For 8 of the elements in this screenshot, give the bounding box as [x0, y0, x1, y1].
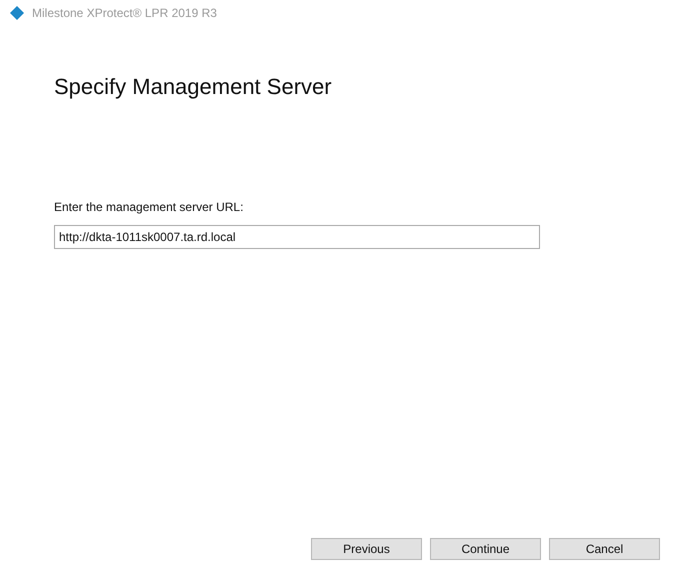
diamond-icon — [10, 6, 24, 20]
cancel-button[interactable]: Cancel — [549, 538, 660, 560]
previous-button[interactable]: Previous — [311, 538, 422, 560]
input-field[interactable]: http://dkta-1011sk0007.ta.rd.local — [54, 225, 540, 249]
window-title: Milestone XProtect® LPR 2019 R3 — [32, 6, 217, 20]
page-heading: Specify Management Server — [54, 74, 332, 100]
continue-button[interactable]: Continue — [430, 538, 541, 560]
field-label: Enter the management server URL: — [54, 200, 244, 214]
